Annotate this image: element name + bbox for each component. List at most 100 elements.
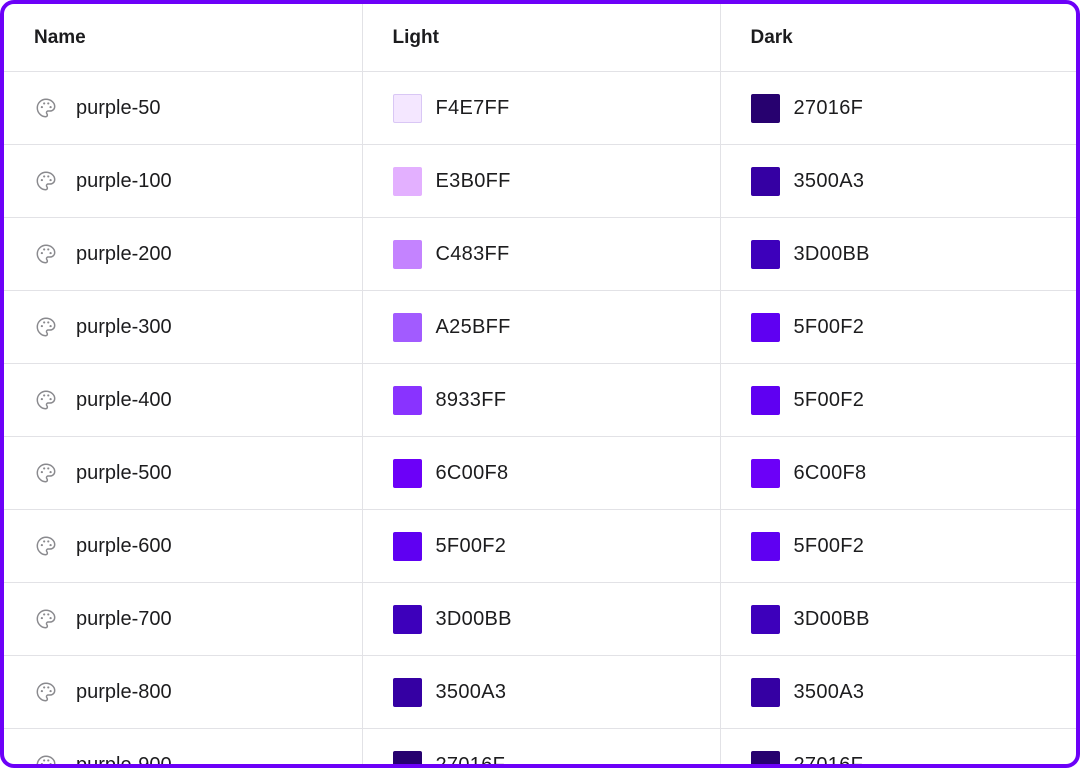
light-value-cell: 5F00F2 xyxy=(362,509,721,583)
color-swatch[interactable] xyxy=(392,531,422,561)
name-cell: purple-400 xyxy=(4,363,363,437)
color-token-name: purple-100 xyxy=(76,169,172,192)
hex-value: 3500A3 xyxy=(435,680,507,703)
table-row[interactable]: purple-700 3D00BB 3D00BB xyxy=(4,582,1076,656)
hex-value: 3D00BB xyxy=(793,607,870,630)
palette-icon xyxy=(34,461,58,485)
color-swatch[interactable] xyxy=(750,93,780,123)
color-swatch[interactable] xyxy=(392,312,422,342)
color-swatch[interactable] xyxy=(750,458,780,488)
color-swatch[interactable] xyxy=(392,93,422,123)
hex-value: 3D00BB xyxy=(793,242,870,265)
name-cell: purple-100 xyxy=(4,144,363,218)
dark-value-cell: 5F00F2 xyxy=(720,363,1076,437)
table-row[interactable]: purple-500 6C00F8 6C00F8 xyxy=(4,436,1076,510)
hex-value: 27016F xyxy=(435,753,506,768)
palette-icon xyxy=(34,388,58,412)
color-swatch[interactable] xyxy=(392,604,422,634)
table-row[interactable]: purple-900 27016F 27016F xyxy=(4,728,1076,768)
color-swatch[interactable] xyxy=(392,239,422,269)
light-value-cell: A25BFF xyxy=(362,290,721,364)
table-row[interactable]: purple-200 C483FF 3D00BB xyxy=(4,217,1076,291)
color-token-name: purple-900 xyxy=(76,753,172,768)
table-row[interactable]: purple-400 8933FF 5F00F2 xyxy=(4,363,1076,437)
palette-icon xyxy=(34,753,58,764)
color-token-table: Name Light Dark purple-50 F4E7FF 27016F pur… xyxy=(4,4,1076,768)
dark-value-cell: 5F00F2 xyxy=(720,290,1076,364)
light-value-cell: 3500A3 xyxy=(362,655,721,729)
color-token-panel: Name Light Dark purple-50 F4E7FF 27016F pur… xyxy=(0,0,1080,768)
color-swatch[interactable] xyxy=(750,385,780,415)
hex-value: C483FF xyxy=(435,242,510,265)
dark-value-cell: 27016F xyxy=(720,71,1076,145)
name-cell: purple-50 xyxy=(4,71,363,145)
palette-icon xyxy=(34,96,58,120)
column-header-light[interactable]: Light xyxy=(362,4,721,72)
light-value-cell: C483FF xyxy=(362,217,721,291)
light-value-cell: E3B0FF xyxy=(362,144,721,218)
color-swatch[interactable] xyxy=(392,458,422,488)
dark-value-cell: 5F00F2 xyxy=(720,509,1076,583)
color-swatch[interactable] xyxy=(392,750,422,764)
color-token-name: purple-50 xyxy=(76,96,161,119)
color-swatch[interactable] xyxy=(750,166,780,196)
hex-value: 5F00F2 xyxy=(435,534,507,557)
hex-value: 6C00F8 xyxy=(435,461,509,484)
color-token-name: purple-400 xyxy=(76,388,172,411)
hex-value: 3500A3 xyxy=(793,680,865,703)
light-value-cell: 27016F xyxy=(362,728,721,768)
hex-value: 27016F xyxy=(793,753,864,768)
palette-icon xyxy=(34,607,58,631)
hex-value: F4E7FF xyxy=(435,96,510,119)
dark-value-cell: 3D00BB xyxy=(720,217,1076,291)
color-token-name: purple-300 xyxy=(76,315,172,338)
palette-icon xyxy=(34,534,58,558)
column-header-dark[interactable]: Dark xyxy=(720,4,1076,72)
color-swatch[interactable] xyxy=(750,604,780,634)
dark-value-cell: 3500A3 xyxy=(720,144,1076,218)
hex-value: 6C00F8 xyxy=(793,461,867,484)
dark-value-cell: 27016F xyxy=(720,728,1076,768)
dark-value-cell: 3500A3 xyxy=(720,655,1076,729)
color-swatch[interactable] xyxy=(750,677,780,707)
column-header-name[interactable]: Name xyxy=(4,4,363,72)
name-cell: purple-900 xyxy=(4,728,363,768)
dark-value-cell: 6C00F8 xyxy=(720,436,1076,510)
hex-value: 5F00F2 xyxy=(793,388,865,411)
light-value-cell: F4E7FF xyxy=(362,71,721,145)
hex-value: 3D00BB xyxy=(435,607,512,630)
color-swatch[interactable] xyxy=(750,531,780,561)
table-row[interactable]: purple-300 A25BFF 5F00F2 xyxy=(4,290,1076,364)
table-row[interactable]: purple-600 5F00F2 5F00F2 xyxy=(4,509,1076,583)
hex-value: 8933FF xyxy=(435,388,507,411)
hex-value: 5F00F2 xyxy=(793,534,865,557)
name-cell: purple-200 xyxy=(4,217,363,291)
color-token-name: purple-500 xyxy=(76,461,172,484)
color-token-name: purple-200 xyxy=(76,242,172,265)
color-swatch[interactable] xyxy=(750,312,780,342)
color-token-name: purple-600 xyxy=(76,534,172,557)
light-value-cell: 3D00BB xyxy=(362,582,721,656)
palette-icon xyxy=(34,242,58,266)
color-token-name: purple-700 xyxy=(76,607,172,630)
color-swatch[interactable] xyxy=(750,239,780,269)
table-body: purple-50 F4E7FF 27016F purple-100 E3B0FF 350… xyxy=(4,71,1076,768)
hex-value: 3500A3 xyxy=(793,169,865,192)
color-swatch[interactable] xyxy=(750,750,780,764)
table-header-row: Name Light Dark xyxy=(4,4,1076,72)
color-token-name: purple-800 xyxy=(76,680,172,703)
palette-icon xyxy=(34,680,58,704)
color-swatch[interactable] xyxy=(392,677,422,707)
dark-value-cell: 3D00BB xyxy=(720,582,1076,656)
table-row[interactable]: purple-50 F4E7FF 27016F xyxy=(4,71,1076,145)
hex-value: 5F00F2 xyxy=(793,315,865,338)
name-cell: purple-700 xyxy=(4,582,363,656)
name-cell: purple-600 xyxy=(4,509,363,583)
name-cell: purple-800 xyxy=(4,655,363,729)
hex-value: E3B0FF xyxy=(435,169,511,192)
palette-icon xyxy=(34,169,58,193)
table-row[interactable]: purple-800 3500A3 3500A3 xyxy=(4,655,1076,729)
color-swatch[interactable] xyxy=(392,166,422,196)
table-row[interactable]: purple-100 E3B0FF 3500A3 xyxy=(4,144,1076,218)
color-swatch[interactable] xyxy=(392,385,422,415)
